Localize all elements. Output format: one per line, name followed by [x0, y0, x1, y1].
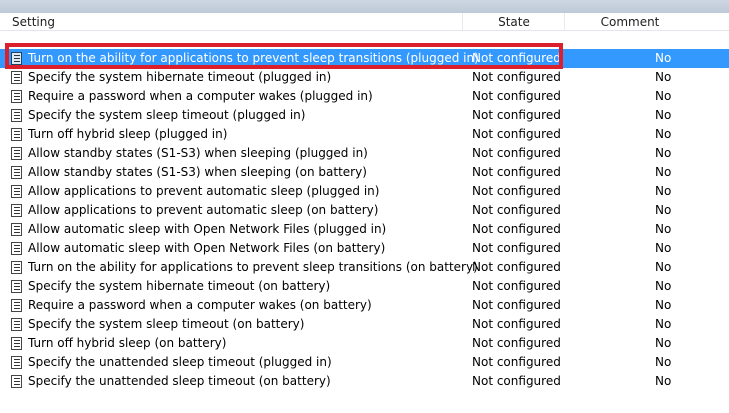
policy-document-icon: [11, 90, 22, 103]
policy-document-icon: [11, 223, 22, 236]
setting-name: Allow applications to prevent automatic …: [28, 203, 379, 217]
setting-state: Not configured: [472, 184, 561, 198]
setting-state: Not configured: [472, 298, 561, 312]
policy-document-icon: [11, 318, 22, 331]
setting-comment: No: [655, 317, 672, 331]
setting-name: Allow applications to prevent automatic …: [28, 184, 380, 198]
setting-state: Not configured: [472, 165, 561, 179]
policy-document-icon: [11, 52, 22, 65]
table-row[interactable]: Allow applications to prevent automatic …: [0, 182, 729, 201]
setting-name: Specify the system hibernate timeout (pl…: [28, 70, 332, 84]
setting-state: Not configured: [472, 222, 561, 236]
table-row[interactable]: Specify the system hibernate timeout (on…: [0, 277, 729, 296]
table-row[interactable]: Specify the unattended sleep timeout (pl…: [0, 353, 729, 372]
table-row[interactable]: Turn on the ability for applications to …: [0, 49, 729, 68]
setting-name: Allow standby states (S1-S3) when sleepi…: [28, 165, 367, 179]
policy-document-icon: [11, 185, 22, 198]
setting-name: Specify the unattended sleep timeout (on…: [28, 374, 331, 388]
setting-name: Specify the system sleep timeout (on bat…: [28, 317, 305, 331]
setting-comment: No: [655, 203, 672, 217]
policy-document-icon: [11, 375, 22, 388]
policy-document-icon: [11, 337, 22, 350]
setting-state: Not configured: [472, 317, 561, 331]
setting-state: Not configured: [472, 146, 561, 160]
setting-comment: No: [655, 336, 672, 350]
setting-comment: No: [655, 374, 672, 388]
setting-comment: No: [655, 165, 672, 179]
settings-list: Turn on the ability for applications to …: [0, 49, 729, 391]
setting-name: Turn off hybrid sleep (plugged in): [28, 127, 228, 141]
policy-document-icon: [11, 261, 22, 274]
setting-state: Not configured: [472, 355, 561, 369]
table-row[interactable]: Allow automatic sleep with Open Network …: [0, 220, 729, 239]
table-row[interactable]: Specify the system sleep timeout (on bat…: [0, 315, 729, 334]
setting-state: Not configured: [472, 89, 561, 103]
setting-state: Not configured: [472, 336, 561, 350]
policy-document-icon: [11, 147, 22, 160]
setting-name: Turn off hybrid sleep (on battery): [28, 336, 227, 350]
setting-comment: No: [655, 70, 672, 84]
setting-comment: No: [655, 298, 672, 312]
setting-state: Not configured: [472, 51, 561, 65]
table-row[interactable]: Allow standby states (S1-S3) when sleepi…: [0, 144, 729, 163]
table-row[interactable]: Allow applications to prevent automatic …: [0, 201, 729, 220]
setting-name: Specify the system hibernate timeout (on…: [28, 279, 331, 293]
setting-state: Not configured: [472, 374, 561, 388]
policy-document-icon: [11, 204, 22, 217]
setting-name: Specify the system sleep timeout (plugge…: [28, 108, 306, 122]
policy-document-icon: [11, 299, 22, 312]
setting-name: Require a password when a computer wakes…: [28, 89, 373, 103]
setting-comment: No: [655, 108, 672, 122]
setting-state: Not configured: [472, 108, 561, 122]
setting-comment: No: [655, 241, 672, 255]
setting-state: Not configured: [472, 279, 561, 293]
table-row[interactable]: Specify the system hibernate timeout (pl…: [0, 68, 729, 87]
policy-document-icon: [11, 71, 22, 84]
setting-name: Turn on the ability for applications to …: [28, 260, 478, 274]
policy-document-icon: [11, 128, 22, 141]
setting-name: Allow standby states (S1-S3) when sleepi…: [28, 146, 368, 160]
policy-document-icon: [11, 109, 22, 122]
setting-comment: No: [655, 355, 672, 369]
column-header-state[interactable]: State: [462, 13, 565, 30]
setting-name: Require a password when a computer wakes…: [28, 298, 372, 312]
setting-comment: No: [655, 222, 672, 236]
table-row[interactable]: Turn off hybrid sleep (on battery) Not co…: [0, 334, 729, 353]
setting-name: Allow automatic sleep with Open Network …: [28, 222, 387, 236]
setting-state: Not configured: [472, 127, 561, 141]
table-row[interactable]: Specify the system sleep timeout (plugge…: [0, 106, 729, 125]
column-header-comment-label: Comment: [600, 15, 660, 29]
policy-document-icon: [11, 242, 22, 255]
policy-document-icon: [11, 166, 22, 179]
table-row[interactable]: Require a password when a computer wakes…: [0, 87, 729, 106]
table-row[interactable]: Allow standby states (S1-S3) when sleepi…: [0, 163, 729, 182]
table-row[interactable]: Allow automatic sleep with Open Network …: [0, 239, 729, 258]
setting-comment: No: [655, 89, 672, 103]
setting-comment: No: [655, 127, 672, 141]
setting-name: Allow automatic sleep with Open Network …: [28, 241, 386, 255]
setting-comment: No: [655, 51, 672, 65]
table-row[interactable]: Turn off hybrid sleep (plugged in) Not co…: [0, 125, 729, 144]
column-header-comment[interactable]: Comment: [564, 13, 729, 30]
table-row[interactable]: Specify the unattended sleep timeout (on…: [0, 372, 729, 391]
setting-name: Specify the unattended sleep timeout (pl…: [28, 355, 332, 369]
setting-state: Not configured: [472, 241, 561, 255]
setting-state: Not configured: [472, 70, 561, 84]
policy-document-icon: [11, 280, 22, 293]
setting-state: Not configured: [472, 260, 561, 274]
setting-comment: No: [655, 279, 672, 293]
setting-comment: No: [655, 184, 672, 198]
setting-name: Turn on the ability for applications to …: [28, 51, 479, 65]
setting-comment: No: [655, 146, 672, 160]
setting-comment: No: [655, 260, 672, 274]
setting-state: Not configured: [472, 203, 561, 217]
table-row[interactable]: Require a password when a computer wakes…: [0, 296, 729, 315]
list-header: Setting State Comment: [0, 13, 729, 31]
column-header-setting[interactable]: Setting: [12, 13, 55, 30]
table-row[interactable]: Turn on the ability for applications to …: [0, 258, 729, 277]
policy-document-icon: [11, 356, 22, 369]
